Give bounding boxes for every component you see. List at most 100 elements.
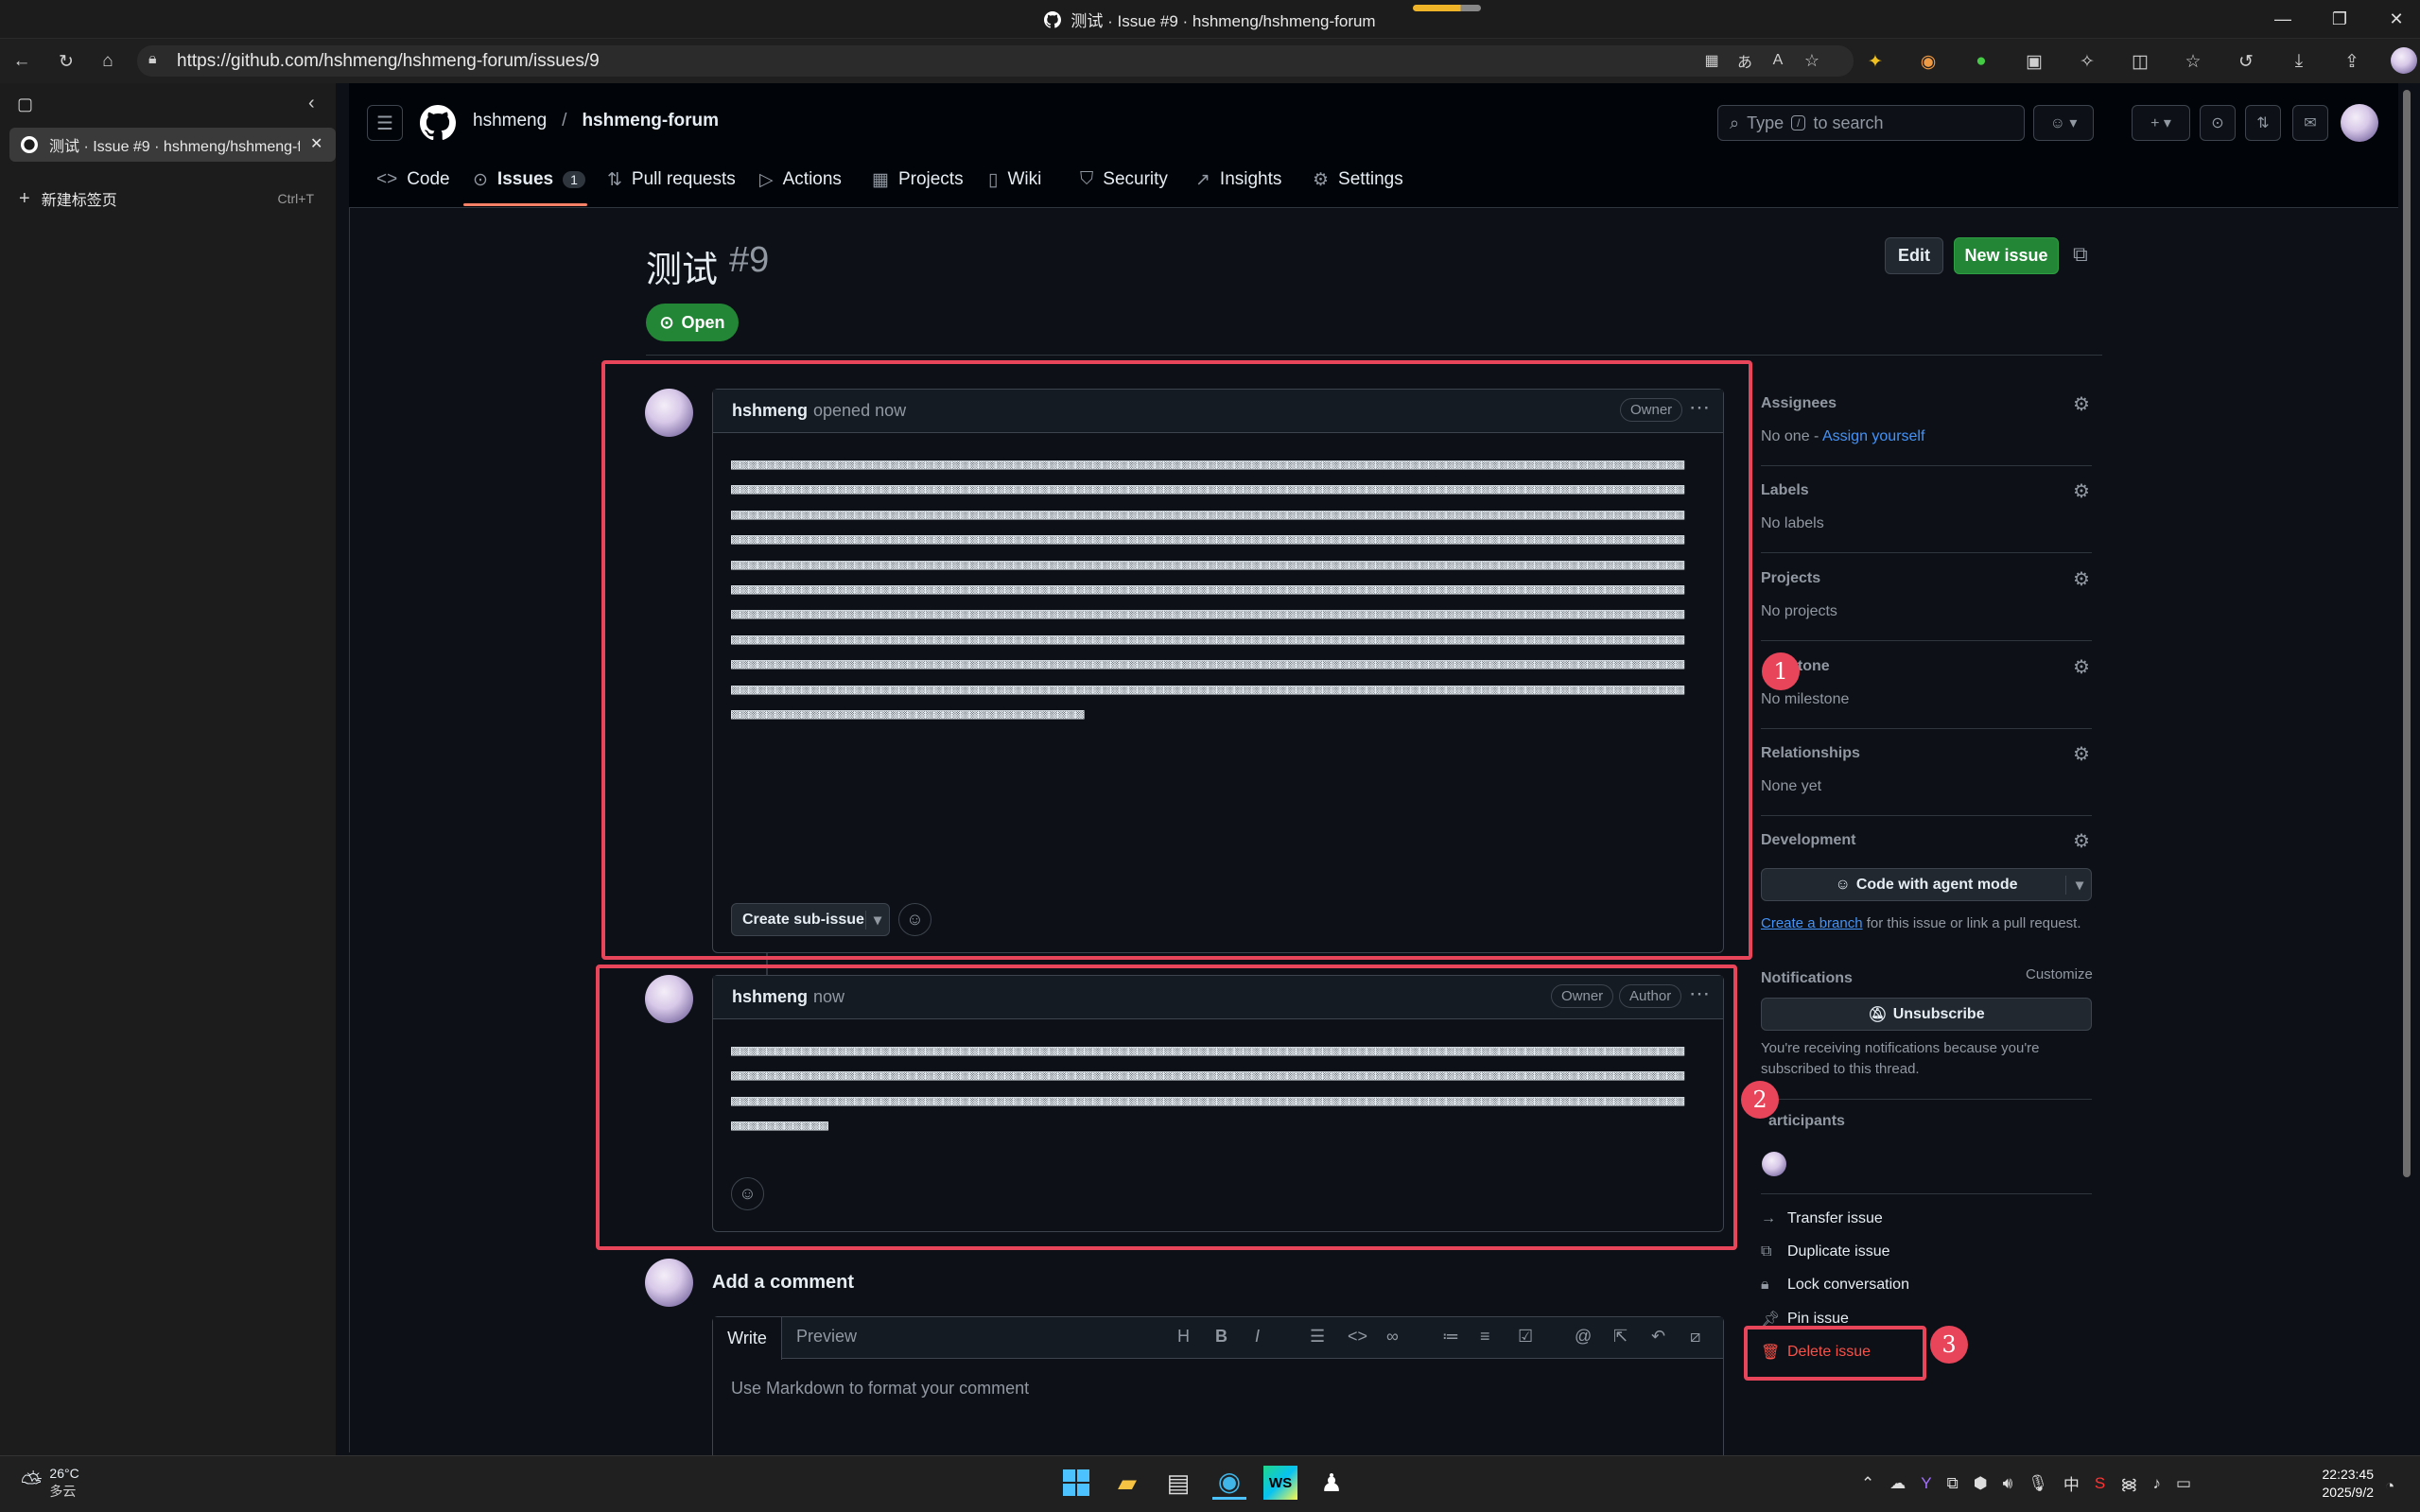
- profile-avatar[interactable]: [2391, 47, 2417, 74]
- pull-requests-icon[interactable]: ⇅: [2245, 105, 2281, 141]
- copilot-button[interactable]: ☺ ▾: [2033, 105, 2094, 141]
- tab-settings[interactable]: ⚙ Settings: [1313, 163, 1403, 197]
- ordered-list-icon[interactable]: ≡: [1480, 1327, 1490, 1347]
- unordered-list-icon[interactable]: ≔: [1442, 1327, 1459, 1347]
- gear-icon[interactable]: ⚙: [2073, 479, 2090, 503]
- home-icon[interactable]: ⌂: [94, 47, 122, 76]
- copy-link-icon[interactable]: ⧉: [2073, 242, 2088, 267]
- tab-wiki[interactable]: ▯ Wiki: [988, 163, 1041, 197]
- onedrive-icon[interactable]: ☁: [1889, 1474, 1906, 1493]
- volume-icon[interactable]: 🔊︎: [2003, 1474, 2013, 1493]
- tab-issues[interactable]: ⊙ Issues 1: [473, 163, 585, 197]
- user-avatar[interactable]: [2341, 104, 2378, 142]
- split-screen-icon[interactable]: ◫: [2126, 47, 2154, 76]
- app-available-icon[interactable]: ▦: [1697, 46, 1726, 75]
- repo-owner-link[interactable]: hshmeng: [473, 111, 547, 131]
- edge-icon[interactable]: ◉: [1212, 1466, 1246, 1500]
- transfer-issue-action[interactable]: → Transfer issue: [1761, 1210, 1883, 1227]
- speaker-icon[interactable]: ♪: [2152, 1474, 2161, 1493]
- edit-button[interactable]: Edit: [1885, 237, 1943, 274]
- refresh-icon[interactable]: ↻: [52, 47, 80, 76]
- extensions-puzzle-icon[interactable]: ✧: [2073, 47, 2101, 76]
- link-icon[interactable]: ∞: [1386, 1327, 1399, 1347]
- extension-icon[interactable]: ◉: [1914, 47, 1942, 76]
- lock-conversation-action[interactable]: 🔒︎ Lock conversation: [1761, 1277, 1909, 1294]
- chevron-up-icon[interactable]: ⌃: [1861, 1474, 1874, 1493]
- tab-code[interactable]: <> Code: [376, 163, 450, 197]
- extension-icon[interactable]: ▣: [2020, 47, 2048, 76]
- tab-insights[interactable]: ↗ Insights: [1195, 163, 1281, 197]
- site-info-icon[interactable]: 🔒︎: [148, 51, 157, 68]
- weather-widget[interactable]: ⛅︎ 26°C 多云: [21, 1465, 79, 1501]
- wifi-icon[interactable]: ᯼: [2120, 1472, 2137, 1494]
- new-tab-button[interactable]: + 新建标签页 Ctrl+T: [19, 184, 322, 213]
- customize-link[interactable]: Customize: [2026, 966, 2093, 982]
- translate-icon[interactable]: あ: [1731, 46, 1759, 75]
- comment-textarea[interactable]: Use Markdown to format your comment: [731, 1379, 1705, 1445]
- maximize-button[interactable]: ❐: [2311, 0, 2368, 39]
- microphone-icon[interactable]: 🎙︎: [2028, 1474, 2048, 1493]
- task-list-icon[interactable]: ☑: [1518, 1327, 1533, 1347]
- webstorm-icon[interactable]: WS: [1263, 1466, 1297, 1500]
- store-icon[interactable]: ▤: [1161, 1466, 1195, 1500]
- favorites-icon[interactable]: ☆: [2179, 47, 2207, 76]
- battery-icon[interactable]: ▭: [2176, 1474, 2191, 1493]
- qq-icon[interactable]: ♟: [1314, 1466, 1349, 1500]
- github-logo-icon[interactable]: [420, 105, 456, 141]
- read-aloud-icon[interactable]: A: [1764, 46, 1792, 75]
- italic-icon[interactable]: I: [1255, 1327, 1260, 1347]
- tray-app-icon[interactable]: ⧉: [1947, 1474, 1959, 1493]
- ime-indicator[interactable]: 中: [2063, 1471, 2080, 1495]
- close-tab-icon[interactable]: ✕: [310, 134, 322, 153]
- gear-icon[interactable]: ⚙: [2073, 567, 2090, 591]
- notification-center-icon[interactable]: ◔: [2385, 1477, 2394, 1496]
- tray-app-icon[interactable]: ⬢: [1974, 1474, 1988, 1493]
- address-bar[interactable]: 🔒︎ https://github.com/hshmeng/hshmeng-fo…: [137, 45, 1854, 77]
- close-button[interactable]: ✕: [2368, 0, 2420, 39]
- mention-icon[interactable]: @: [1575, 1327, 1592, 1347]
- unsubscribe-button[interactable]: 🔕︎ Unsubscribe: [1761, 998, 2092, 1031]
- tab-write[interactable]: Write: [713, 1317, 782, 1360]
- gear-icon[interactable]: ⚙: [2073, 742, 2090, 766]
- duplicate-issue-action[interactable]: ⧉ Duplicate issue: [1761, 1243, 1890, 1260]
- tab-security[interactable]: ⛉ Security: [1080, 163, 1168, 197]
- file-explorer-icon[interactable]: ▰: [1110, 1466, 1144, 1500]
- yahoo-icon[interactable]: Y: [1921, 1474, 1931, 1493]
- minimize-button[interactable]: —: [2255, 0, 2311, 39]
- reference-icon[interactable]: ⇱: [1613, 1327, 1628, 1347]
- sogou-icon[interactable]: S: [2095, 1474, 2105, 1493]
- code-icon[interactable]: <>: [1348, 1327, 1367, 1347]
- tab-actions[interactable]: ▷ Actions: [759, 163, 842, 197]
- quote-icon[interactable]: ☰: [1310, 1327, 1325, 1347]
- browser-tab[interactable]: 测试 · Issue #9 · hshmeng/hshmeng-forum ✕: [9, 128, 336, 162]
- clock[interactable]: 22:23:45 2025/9/2: [2300, 1466, 2375, 1502]
- code-with-agent-mode-button[interactable]: ☺ Code with agent mode ▾: [1761, 868, 2092, 901]
- heading-icon[interactable]: H: [1177, 1327, 1190, 1347]
- slash-commands-icon[interactable]: ⧄: [1690, 1327, 1700, 1347]
- participant-avatar[interactable]: [1762, 1152, 1786, 1176]
- create-branch-link[interactable]: Create a branch: [1761, 915, 1863, 931]
- new-issue-button[interactable]: New issue: [1954, 237, 2059, 274]
- tab-projects[interactable]: ▦ Projects: [872, 163, 964, 197]
- reply-icon[interactable]: ↶: [1651, 1327, 1665, 1347]
- gear-icon[interactable]: ⚙: [2073, 655, 2090, 679]
- chevron-down-icon[interactable]: ▾: [2064, 875, 2083, 895]
- share-icon[interactable]: ⇪: [2338, 47, 2366, 76]
- collapse-sidebar-icon[interactable]: ‹: [308, 93, 315, 114]
- favorite-star-icon[interactable]: ☆: [1798, 46, 1826, 75]
- page-scrollbar[interactable]: [2403, 90, 2411, 1177]
- menu-button[interactable]: ☰: [367, 105, 403, 141]
- tab-preview[interactable]: Preview: [796, 1327, 857, 1347]
- search-input[interactable]: ⌕ Type / to search: [1717, 105, 2025, 141]
- chrome-extension-icon[interactable]: ●: [1967, 47, 1995, 76]
- back-icon[interactable]: ←: [8, 47, 36, 76]
- start-icon[interactable]: [1059, 1466, 1093, 1500]
- inbox-icon[interactable]: ✉: [2292, 105, 2328, 141]
- bold-icon[interactable]: B: [1215, 1327, 1227, 1347]
- extension-icon[interactable]: ✦: [1861, 47, 1889, 76]
- gear-icon[interactable]: ⚙: [2073, 829, 2090, 853]
- issues-icon[interactable]: ⊙: [2200, 105, 2236, 141]
- repo-name-link[interactable]: hshmeng-forum: [582, 111, 719, 131]
- history-icon[interactable]: ↺: [2232, 47, 2260, 76]
- gear-icon[interactable]: ⚙: [2073, 392, 2090, 416]
